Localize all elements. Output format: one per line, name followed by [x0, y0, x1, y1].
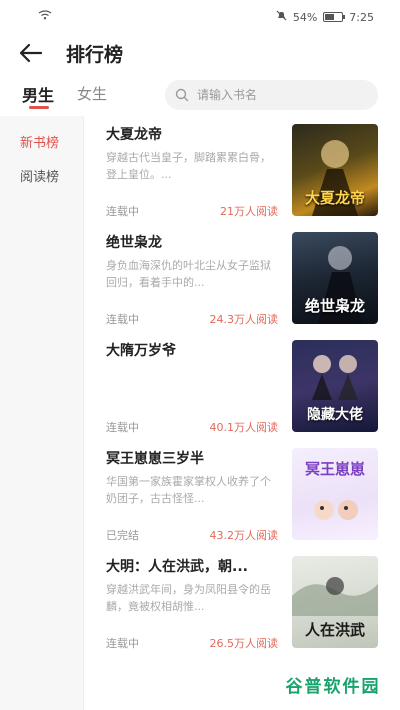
book-cover: 人在洪武 [292, 556, 378, 648]
wifi-icon [38, 10, 52, 23]
status-bar: 54% 7:25 [0, 0, 400, 34]
tab-female[interactable]: 女生 [77, 83, 107, 104]
book-title: 绝世枭龙 [106, 235, 162, 251]
book-item[interactable]: 大隋万岁爷 连载中 40.1万人阅读 隐藏大佬 [84, 332, 400, 440]
book-read-count: 40.1万人阅读 [209, 421, 279, 434]
book-list: 大夏龙帝 穿越古代当皇子，脚踏累累白骨，登上皇位。... 连载中 21万人阅读 … [84, 116, 400, 710]
book-title: 大夏龙帝 [106, 127, 162, 143]
tab-male[interactable]: 男生 [22, 82, 54, 106]
cover-title: 隐藏大佬 [307, 407, 363, 423]
site-watermark: 谷普软件园 [274, 668, 392, 700]
battery-icon [323, 12, 346, 22]
search-input[interactable] [197, 88, 357, 102]
book-status: 已完结 [106, 529, 139, 542]
book-description: 华国第一家族霍家掌权人收养了个奶团子，古古怪怪... [106, 475, 271, 505]
book-cover: 冥王崽崽 [292, 448, 378, 540]
book-read-count: 43.2万人阅读 [209, 529, 279, 542]
cover-title: 冥王崽崽 [304, 460, 365, 478]
book-item[interactable]: 大明：人在洪武，朝... 穿越洪武年间，身为凤阳县令的岳麟，竟被权相胡惟... … [84, 548, 400, 656]
book-item[interactable]: 大夏龙帝 穿越古代当皇子，脚踏累累白骨，登上皇位。... 连载中 21万人阅读 … [84, 116, 400, 224]
battery-fill [325, 14, 335, 20]
book-title: 大隋万岁爷 [106, 343, 176, 359]
book-cover: 绝世枭龙 [292, 232, 378, 324]
rank-sidebar: 新书榜 阅读榜 [0, 116, 84, 710]
book-item[interactable]: 绝世枭龙 身负血海深仇的叶北尘从女子监狱回归，看着手中的... 连载中 24.3… [84, 224, 400, 332]
header: 排行榜 [0, 34, 400, 74]
book-status: 连载中 [106, 205, 139, 218]
book-read-count: 21万人阅读 [220, 205, 278, 218]
book-title: 冥王崽崽三岁半 [106, 451, 204, 467]
sidebar-item-new-books[interactable]: 新书榜 [20, 132, 59, 151]
book-description: 穿越古代当皇子，脚踏累累白骨，登上皇位。... [106, 151, 271, 181]
cover-title: 绝世枭龙 [304, 297, 365, 315]
book-read-count: 26.5万人阅读 [209, 637, 279, 650]
book-description [106, 365, 276, 399]
sidebar-item-reading[interactable]: 阅读榜 [20, 166, 59, 185]
cover-title: 人在洪武 [304, 621, 365, 639]
cover-title: 大夏龙帝 [304, 189, 365, 207]
book-description: 身负血海深仇的叶北尘从女子监狱回归，看着手中的... [106, 259, 271, 289]
clock: 7:25 [349, 10, 374, 24]
book-item[interactable]: 冥王崽崽三岁半 华国第一家族霍家掌权人收养了个奶团子，古古怪怪... 已完结 4… [84, 440, 400, 548]
page-title: 排行榜 [66, 44, 124, 66]
mute-icon [276, 10, 287, 24]
book-status: 连载中 [106, 637, 139, 650]
back-button[interactable] [16, 38, 46, 68]
book-read-count: 24.3万人阅读 [209, 313, 279, 326]
book-status: 连载中 [106, 313, 139, 326]
watermark-text: 谷普软件园 [285, 676, 381, 697]
search-icon [175, 88, 189, 102]
battery-percent: 54% [292, 10, 318, 24]
book-title: 大明：人在洪武，朝... [106, 559, 248, 575]
book-cover: 大夏龙帝 [292, 124, 378, 216]
active-tab-indicator [29, 106, 49, 109]
arrow-left-icon [19, 43, 43, 63]
book-cover: 隐藏大佬 [292, 340, 378, 432]
search-box[interactable] [165, 80, 378, 110]
book-description: 穿越洪武年间，身为凤阳县令的岳麟，竟被权相胡惟... [106, 583, 271, 613]
book-status: 连载中 [106, 421, 139, 434]
